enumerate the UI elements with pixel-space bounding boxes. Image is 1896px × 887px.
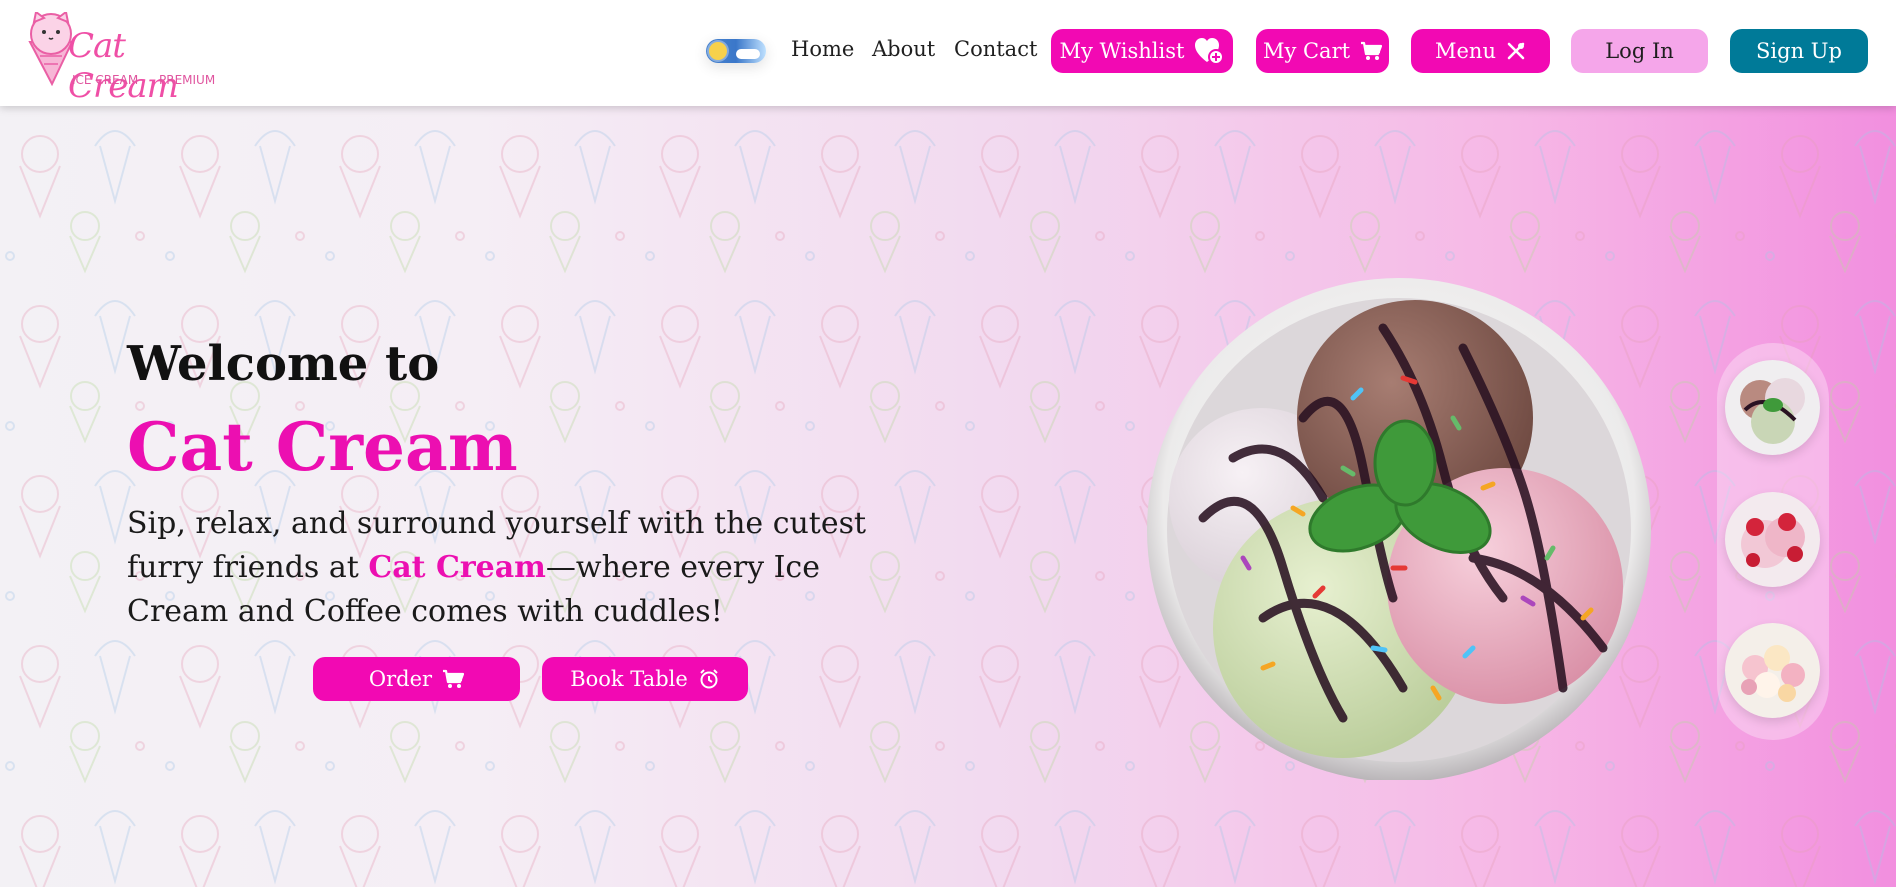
signup-button[interactable]: Sign Up — [1730, 29, 1868, 73]
tagline-brand: Cat Cream — [368, 550, 546, 585]
cart-button[interactable]: My Cart — [1256, 29, 1389, 73]
welcome-heading: Welcome to — [127, 336, 440, 392]
ice-cream-bowl-mint-thumbnail[interactable] — [1725, 360, 1820, 455]
login-button[interactable]: Log In — [1571, 29, 1708, 73]
ice-cream-bowl-image — [1147, 278, 1651, 780]
cart-icon — [442, 669, 465, 689]
assorted-scoops-thumbnail[interactable] — [1725, 623, 1820, 718]
nav-contact-link[interactable]: Contact — [954, 37, 1037, 61]
cart-icon — [1360, 41, 1383, 61]
strawberry-ice-cream-thumbnail[interactable] — [1725, 492, 1820, 587]
book-table-label: Book Table — [570, 667, 688, 691]
menu-label: Menu — [1435, 39, 1496, 63]
nav-about-link[interactable]: About — [872, 37, 935, 61]
site-header: Cat Cream ICE CREAM PREMIUM Home About C… — [0, 0, 1896, 106]
logo-subtitle-right: PREMIUM — [159, 73, 216, 87]
order-button[interactable]: Order — [313, 657, 520, 701]
brand-heading: Cat Cream — [127, 408, 518, 486]
alarm-clock-icon — [698, 668, 720, 690]
hero-tagline: Sip, relax, and surround yourself with t… — [127, 502, 927, 634]
logo-title: Cat Cream — [68, 26, 179, 106]
heart-plus-icon — [1194, 37, 1225, 65]
logo-subtitle-left: ICE CREAM — [72, 73, 139, 87]
nav-home-link[interactable]: Home — [791, 37, 854, 61]
wishlist-label: My Wishlist — [1059, 39, 1185, 63]
order-label: Order — [368, 667, 433, 691]
wishlist-button[interactable]: My Wishlist — [1051, 29, 1233, 73]
sun-icon — [709, 42, 727, 60]
menu-button[interactable]: Menu — [1411, 29, 1550, 73]
cloud-icon — [736, 49, 760, 59]
book-table-button[interactable]: Book Table — [542, 657, 748, 701]
utensils-icon — [1506, 41, 1526, 61]
hero-section: Welcome to Cat Cream Sip, relax, and sur… — [0, 106, 1896, 887]
site-logo[interactable]: Cat Cream ICE CREAM PREMIUM — [22, 12, 222, 106]
theme-toggle[interactable] — [706, 39, 766, 63]
cart-label: My Cart — [1262, 39, 1351, 63]
